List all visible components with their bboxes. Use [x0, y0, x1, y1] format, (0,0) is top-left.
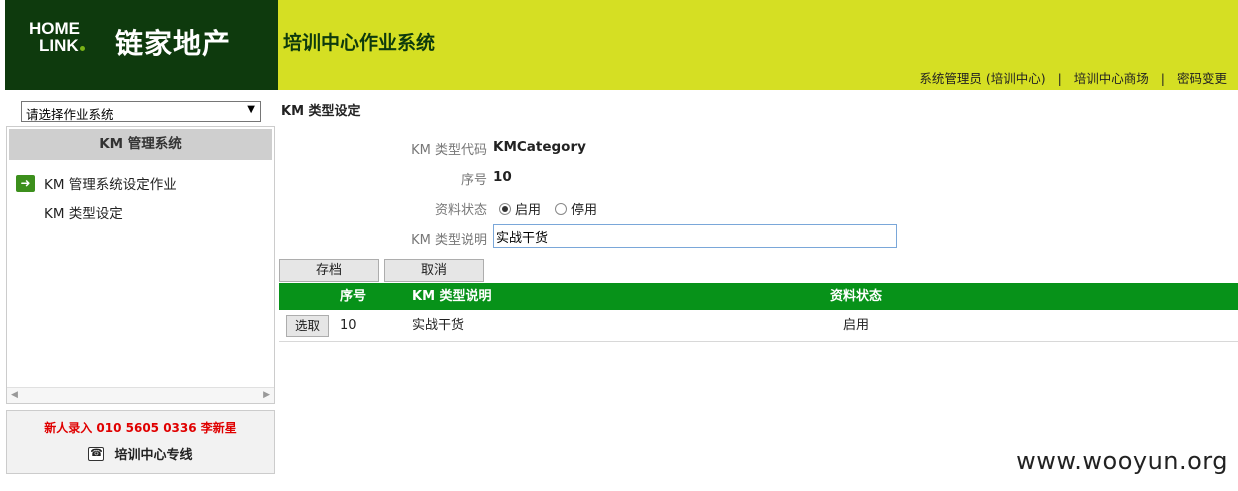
link-separator: |: [1057, 71, 1062, 86]
logo-dot: [79, 46, 85, 51]
cell-status: 启用: [843, 318, 870, 333]
store-link[interactable]: 培训中心商场: [1074, 71, 1149, 86]
logo-line2: LINK: [39, 36, 79, 55]
code-value: KMCategory: [493, 139, 586, 155]
page-title: KM 类型设定: [281, 104, 361, 119]
scroll-left-icon[interactable]: ◀: [11, 390, 18, 400]
system-select[interactable]: 请选择作业系统 ▼: [21, 101, 261, 122]
status-option-disabled: 停用: [571, 203, 598, 218]
logo-cn: 链家地产: [115, 27, 232, 60]
arrow-right-icon: ➜: [16, 174, 35, 192]
phone-icon: ☎: [88, 446, 105, 461]
sidebar-panel: KM 管理系统 ➜ KM 管理系统设定作业 KM 类型设定 ◀ ▶: [6, 126, 275, 404]
watermark: www.wooyun.org: [1016, 447, 1228, 475]
logo-wordmark: HOME LINK: [29, 20, 85, 54]
form-row-desc: KM 类型说明: [281, 224, 901, 253]
status-radio-enabled[interactable]: [499, 202, 511, 215]
desc-label: KM 类型说明: [411, 233, 487, 248]
table-row: 选取 10 实战干货 启用: [279, 310, 1238, 342]
hotline-line: ☎ 培训中心专线: [7, 444, 274, 463]
sidebar-group[interactable]: ➜ KM 管理系统设定作业: [16, 173, 177, 193]
col-header-seq[interactable]: 序号: [340, 283, 366, 310]
result-table: 序号 KM 类型说明 资料状态 选取 10 实战干货 启用: [279, 283, 1238, 342]
save-button[interactable]: 存档: [279, 259, 379, 282]
code-label: KM 类型代码: [411, 143, 487, 158]
desc-input[interactable]: [493, 224, 897, 248]
col-header-status[interactable]: 资料状态: [830, 283, 882, 310]
change-password-link[interactable]: 密码变更: [1177, 71, 1227, 86]
form-row-seq: 序号 10: [281, 169, 901, 193]
col-header-desc[interactable]: KM 类型说明: [412, 283, 492, 310]
scroll-right-icon[interactable]: ▶: [263, 390, 270, 400]
cell-seq: 10: [340, 318, 357, 333]
sidebar-title: KM 管理系统: [9, 129, 272, 160]
select-row-button[interactable]: 选取: [286, 315, 329, 337]
hotline-box: 新人录入 010 5605 0336 李新星 ☎ 培训中心专线: [6, 410, 275, 474]
table-header: 序号 KM 类型说明 资料状态: [279, 283, 1238, 310]
sidebar-group-label: KM 管理系统设定作业: [44, 177, 177, 193]
user-link[interactable]: 系统管理员 (培训中心): [919, 71, 1045, 86]
top-bar: 培训中心作业系统 系统管理员 (培训中心) | 培训中心商场 | 密码变更: [278, 0, 1238, 90]
link-separator: |: [1160, 71, 1165, 86]
seq-label: 序号: [460, 173, 487, 188]
chevron-down-icon: ▼: [247, 104, 255, 115]
cancel-button[interactable]: 取消: [384, 259, 484, 282]
hotline-label: 培训中心专线: [114, 448, 193, 463]
seq-value: 10: [493, 169, 512, 185]
system-select-value: 请选择作业系统: [26, 107, 114, 122]
brand-logo: HOME LINK 链家地产: [5, 0, 278, 90]
top-links: 系统管理员 (培训中心) | 培训中心商场 | 密码变更: [919, 68, 1227, 87]
form-row-status: 资料状态 启用 停用: [281, 199, 901, 223]
hotline-text: 新人录入 010 5605 0336 李新星: [44, 421, 237, 435]
app-title: 培训中心作业系统: [283, 32, 436, 54]
status-radio-group: 启用 停用: [499, 199, 597, 218]
status-radio-disabled[interactable]: [555, 202, 568, 215]
form-row-code: KM 类型代码 KMCategory: [281, 139, 901, 163]
cell-desc: 实战干货: [412, 318, 465, 333]
status-label: 资料状态: [434, 203, 487, 218]
status-option-enabled: 启用: [515, 203, 542, 218]
horizontal-scrollbar[interactable]: ◀ ▶: [7, 387, 274, 403]
sidebar-item-km-type[interactable]: KM 类型设定: [44, 202, 123, 222]
